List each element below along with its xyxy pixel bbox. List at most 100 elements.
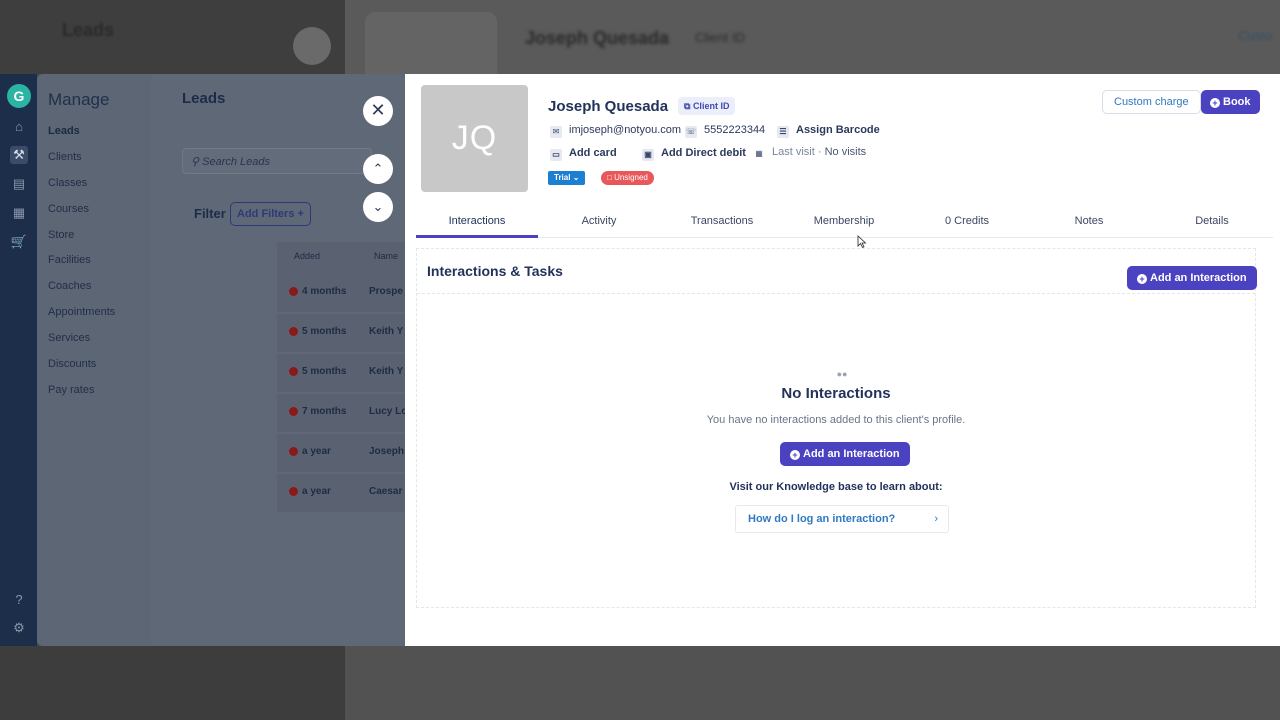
knowledge-base-link[interactable]: How do I log an interaction? ›	[735, 505, 949, 533]
client-name: Joseph Quesada	[548, 98, 669, 115]
search-leads-input[interactable]: ⚲ Search Leads	[182, 148, 372, 174]
tab-details[interactable]: Details	[1151, 215, 1273, 227]
manage-item-clients[interactable]: Clients	[48, 148, 115, 174]
calendar-icon: ▦	[755, 149, 763, 158]
table-row[interactable]: 7 months Lucy Lo	[277, 394, 407, 432]
add-interaction-button[interactable]: + Add an Interaction	[1127, 266, 1257, 290]
logo-icon[interactable]: G	[7, 84, 31, 108]
row-added: 4 months	[302, 286, 347, 297]
custom-charge-button[interactable]: Custom charge	[1102, 90, 1201, 114]
settings-icon[interactable]: ⚙	[10, 619, 28, 637]
add-direct-debit-label: Add Direct debit	[661, 147, 746, 159]
table-row[interactable]: 5 months Keith Y	[277, 354, 405, 392]
table-row[interactable]: a year Caesar	[277, 474, 405, 512]
manage-item-pay-rates[interactable]: Pay rates	[48, 381, 115, 407]
plus-circle-icon: +	[1210, 98, 1220, 108]
background-footer-right	[345, 646, 1280, 720]
row-added: 7 months	[302, 406, 347, 417]
alert-icon	[289, 327, 298, 336]
row-name: Keith Y	[369, 366, 404, 377]
wrench-icon[interactable]: ⚒	[10, 146, 28, 164]
table-row[interactable]: a year Joseph	[277, 434, 405, 472]
manage-item-appointments[interactable]: Appointments	[48, 303, 115, 329]
alert-icon	[289, 447, 298, 456]
manage-item-classes[interactable]: Classes	[48, 174, 115, 200]
assign-barcode-button[interactable]: ☰ Assign Barcode	[777, 124, 880, 138]
next-lead-button[interactable]: ⌄	[363, 192, 393, 222]
row-added: a year	[302, 446, 331, 457]
empty-add-interaction-label: Add an Interaction	[803, 448, 900, 460]
manage-item-store[interactable]: Store	[48, 226, 115, 252]
manage-title: Manage	[48, 90, 110, 109]
search-icon: ⚲	[191, 156, 203, 168]
help-icon[interactable]: ?	[10, 591, 28, 609]
alert-icon	[289, 287, 298, 296]
manage-item-courses[interactable]: Courses	[48, 200, 115, 226]
manage-item-leads[interactable]: Leads	[48, 122, 115, 148]
empty-state-title: No Interactions	[781, 385, 891, 402]
contact-icon[interactable]: ▤	[10, 175, 28, 193]
client-email[interactable]: ✉ imjoseph@notyou.com	[550, 124, 681, 138]
active-tab-indicator	[416, 235, 538, 238]
tab-interactions[interactable]: Interactions	[416, 215, 538, 227]
copy-icon: ⧉	[684, 101, 693, 111]
chevron-down-icon: ⌄	[572, 173, 580, 182]
status-label: Trial	[554, 173, 571, 182]
add-direct-debit-button[interactable]: ▣ Add Direct debit	[642, 147, 746, 161]
status-badge[interactable]: Trial ⌄	[548, 171, 586, 185]
empty-state-subtitle: You have no interactions added to this c…	[706, 414, 966, 426]
background-client-id: Client ID	[695, 30, 745, 45]
mail-icon: ✉	[550, 126, 562, 138]
client-id-button[interactable]: ⧉ Client ID	[678, 97, 736, 115]
card-divider	[417, 293, 1255, 294]
card-icon: ▭	[550, 149, 562, 161]
close-button[interactable]: ✕	[363, 96, 393, 126]
avatar[interactable]: JQ	[421, 85, 528, 192]
manage-item-facilities[interactable]: Facilities	[48, 251, 115, 277]
row-added: a year	[302, 486, 331, 497]
add-card-button[interactable]: ▭ Add card	[550, 147, 617, 161]
book-button[interactable]: + Book	[1201, 90, 1260, 114]
row-added: 5 months	[302, 366, 347, 377]
tab-transactions[interactable]: Transactions	[661, 215, 783, 227]
tab-credits[interactable]: 0 Credits	[906, 215, 1028, 227]
email-value: imjoseph@notyou.com	[569, 124, 682, 136]
background-title: Leads	[62, 20, 115, 40]
background-collapse-button	[293, 27, 331, 65]
manage-item-services[interactable]: Services	[48, 329, 115, 355]
table-row[interactable]: 4 months Prospe	[277, 274, 405, 312]
search-placeholder: Search Leads	[202, 156, 271, 168]
last-visit-label: Last visit ·	[772, 146, 822, 158]
close-icon: ✕	[370, 100, 386, 120]
client-phone[interactable]: ☏ 5552223344	[685, 124, 765, 138]
manage-item-coaches[interactable]: Coaches	[48, 277, 115, 303]
previous-lead-button[interactable]: ⌃	[363, 154, 393, 184]
row-name: Joseph	[369, 446, 405, 457]
leads-title: Leads	[182, 90, 226, 107]
plus-circle-icon: +	[790, 450, 800, 460]
leads-panel: Leads ✕ ⚲ Search Leads ⌃ ⌄ Filter Add Fi…	[151, 74, 407, 646]
interactions-title: Interactions & Tasks	[427, 263, 563, 279]
manage-panel: Manage Leads Clients Classes Courses Sto…	[37, 74, 151, 646]
empty-add-interaction-button[interactable]: + Add an Interaction	[780, 442, 910, 466]
table-row[interactable]: 5 months Keith Y	[277, 314, 405, 352]
client-panel: JQ Joseph Quesada ⧉ Client ID ✉ imjoseph@…	[405, 74, 1280, 646]
add-filters-button[interactable]: Add Filters +	[230, 202, 311, 226]
chart-icon[interactable]: ▦	[10, 204, 28, 222]
plus-icon: +	[297, 208, 304, 220]
manage-list: Leads Clients Classes Courses Store Faci…	[48, 122, 115, 407]
client-tabs: Interactions Activity Transactions Membe…	[416, 207, 1273, 238]
cart-icon[interactable]: 🛒	[10, 233, 28, 251]
tab-membership[interactable]: Membership	[783, 215, 905, 227]
tab-notes[interactable]: Notes	[1028, 215, 1150, 227]
leads-table-header: Added Name	[277, 242, 405, 274]
assign-barcode-label: Assign Barcode	[796, 124, 880, 136]
waiver-label: Unsigned	[614, 173, 648, 182]
home-icon[interactable]: ⌂	[10, 118, 28, 136]
waiver-badge[interactable]: □ Unsigned	[601, 171, 654, 185]
knowledge-base-label: Visit our Knowledge base to learn about:	[729, 481, 943, 493]
background-header-left: Leads	[0, 0, 345, 74]
manage-item-discounts[interactable]: Discounts	[48, 355, 115, 381]
plus-circle-icon: +	[1137, 274, 1147, 284]
tab-activity[interactable]: Activity	[538, 215, 660, 227]
